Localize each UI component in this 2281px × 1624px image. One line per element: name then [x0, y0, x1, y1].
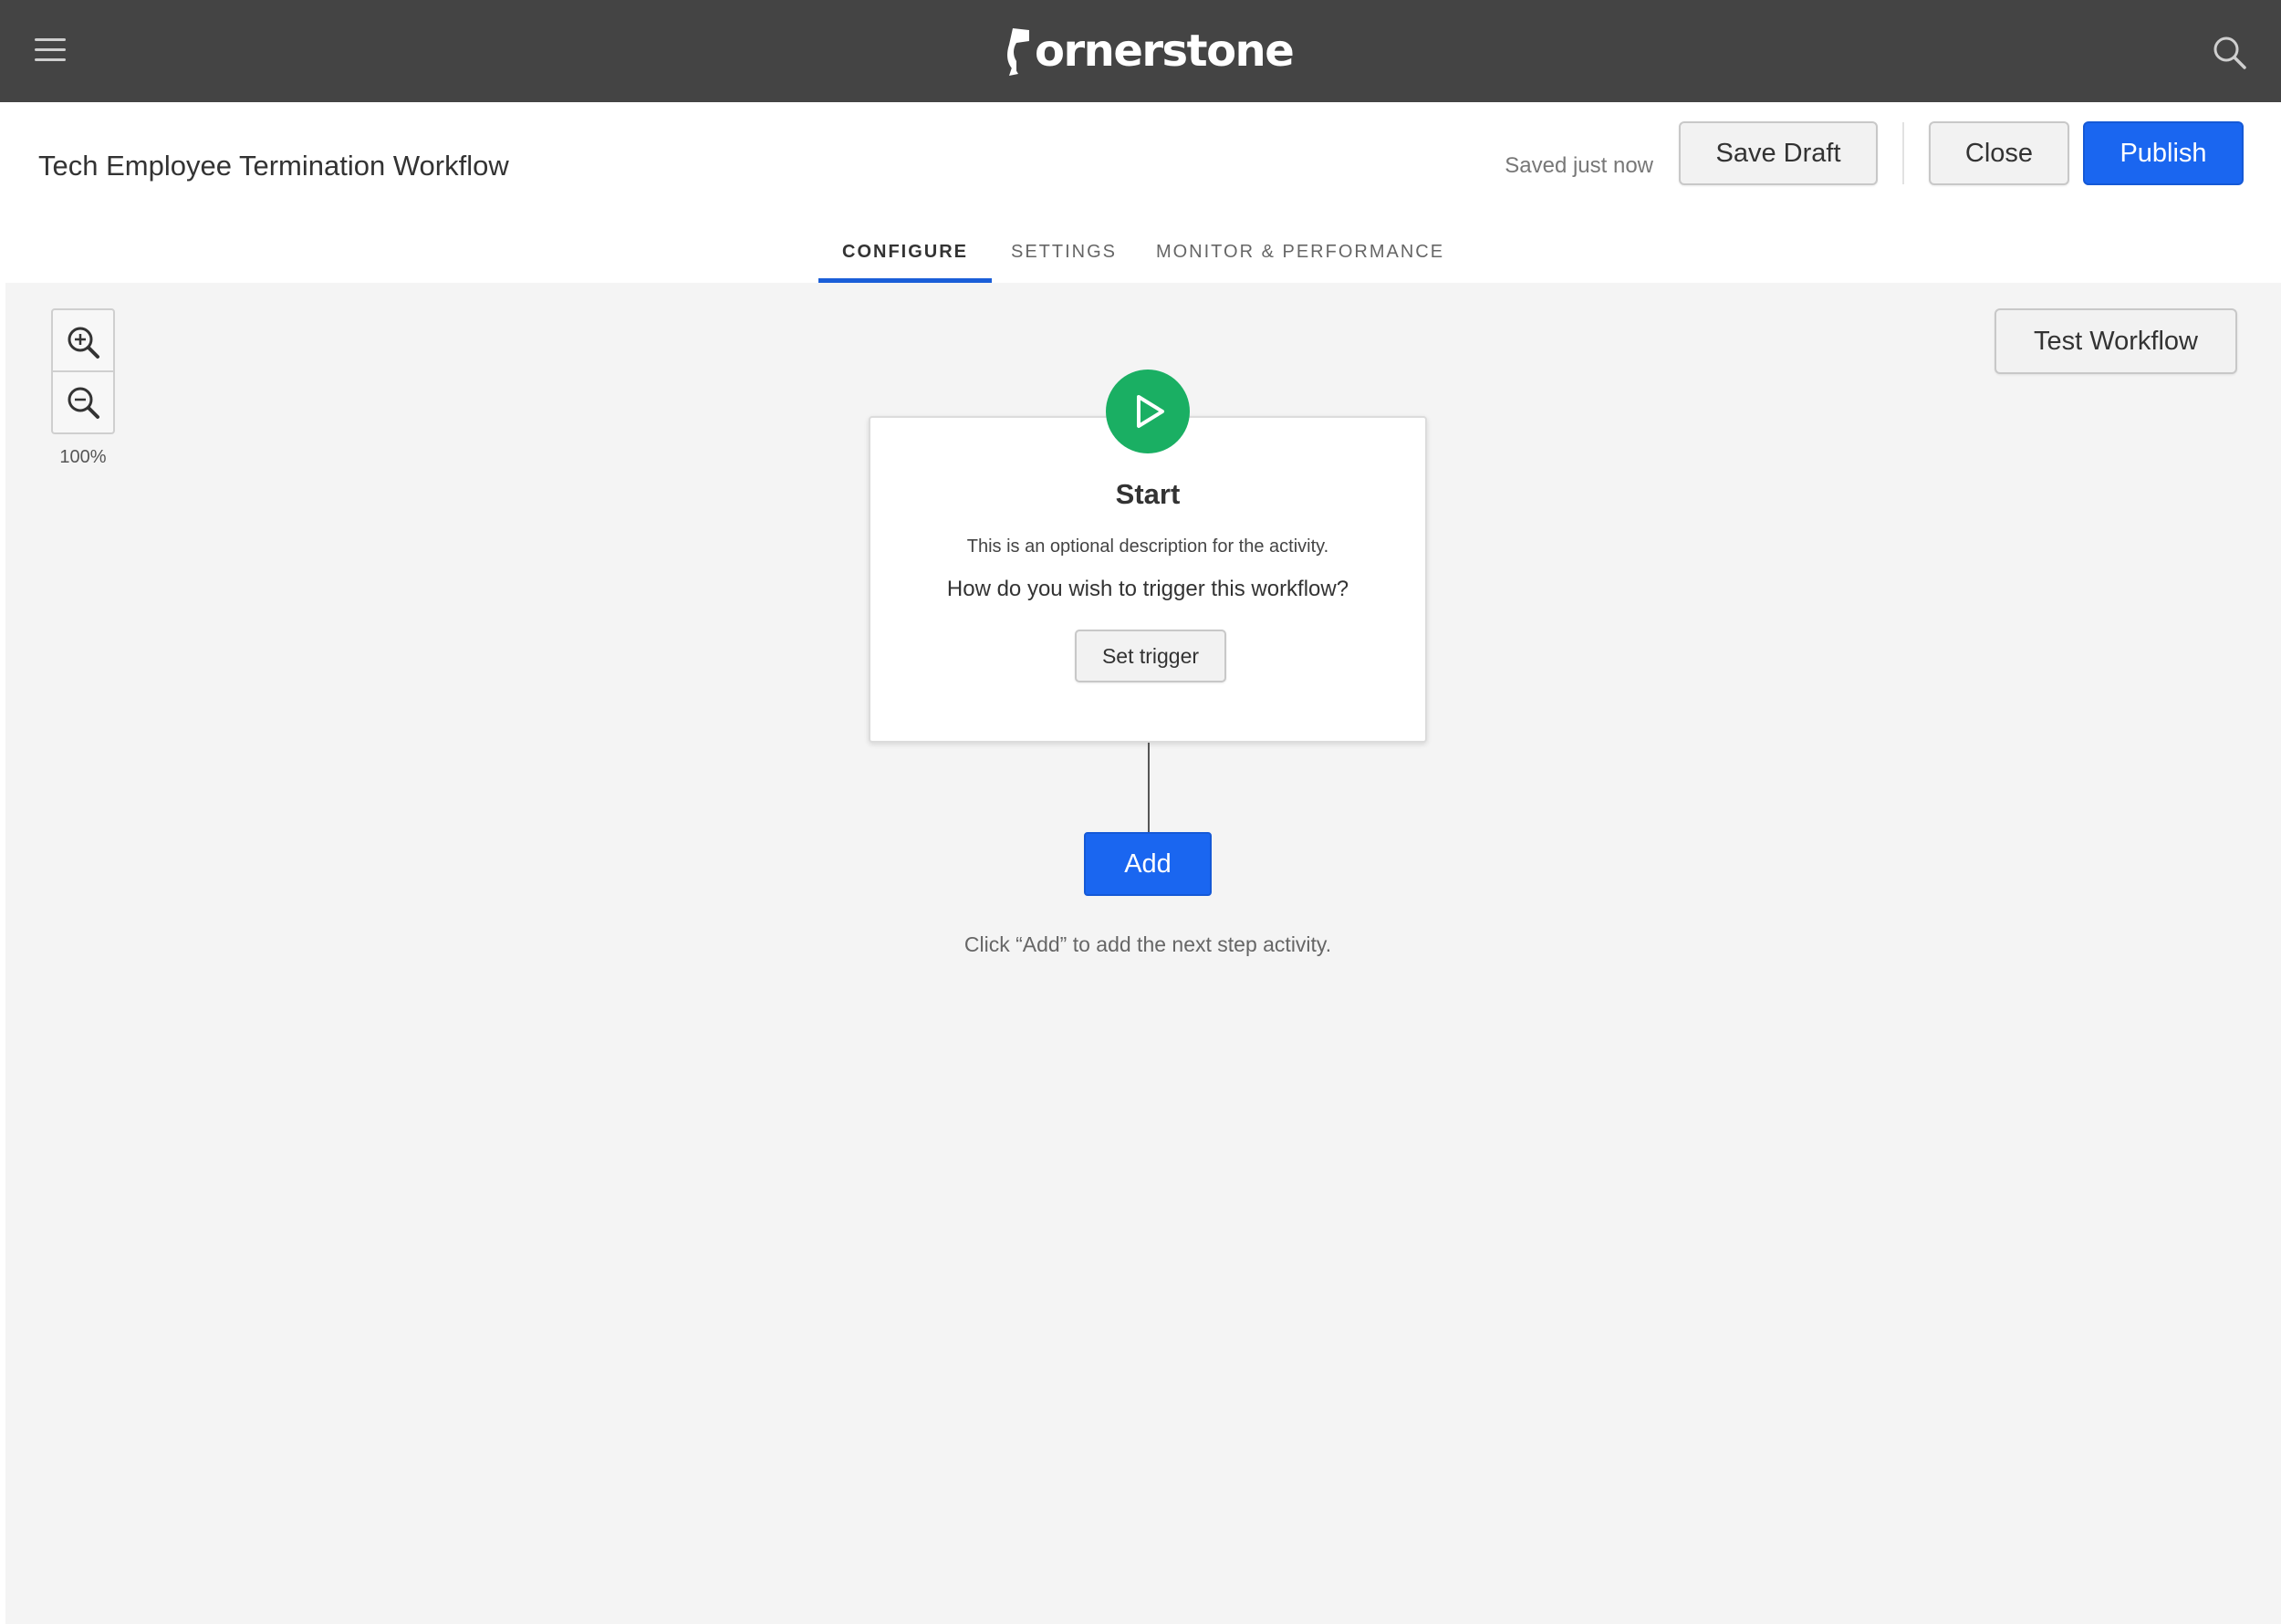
add-step-button[interactable]: Add: [1084, 832, 1212, 896]
zoom-controls: [51, 308, 115, 434]
tab-configure[interactable]: CONFIGURE: [818, 221, 992, 283]
page-title: Tech Employee Termination Workflow: [38, 150, 509, 182]
play-icon: [1106, 370, 1190, 453]
zoom-level: 100%: [59, 447, 107, 467]
tab-settings[interactable]: SETTINGS: [1004, 221, 1124, 283]
close-button[interactable]: Close: [1929, 121, 2069, 185]
header-divider: [1902, 122, 1904, 184]
start-node-question: How do you wish to trigger this workflow…: [946, 577, 1349, 601]
start-node-card[interactable]: Start This is an optional description fo…: [869, 416, 1427, 743]
search-icon[interactable]: [2212, 35, 2248, 71]
workflow-canvas[interactable]: 100% Test Workflow Start This is an opti…: [5, 283, 2281, 1624]
start-node-title: Start: [1115, 478, 1181, 510]
workflow-tabs: CONFIGURE SETTINGS MONITOR & PERFORMANCE: [0, 221, 2281, 283]
save-draft-button[interactable]: Save Draft: [1679, 121, 1878, 185]
publish-button[interactable]: Publish: [2083, 121, 2244, 185]
test-workflow-button[interactable]: Test Workflow: [1995, 308, 2237, 374]
tab-monitor-performance[interactable]: MONITOR & PERFORMANCE: [1150, 221, 1451, 283]
brand-name: ornerstone: [1035, 26, 1295, 77]
node-connector-line: [1148, 743, 1150, 832]
save-status-text: Saved just now: [1505, 153, 1653, 178]
start-node-description: This is an optional description for the …: [966, 536, 1329, 557]
zoom-out-icon[interactable]: [53, 372, 113, 432]
top-navigation-bar: ornerstone: [0, 0, 2281, 102]
hamburger-menu-icon[interactable]: [35, 36, 66, 64]
zoom-in-icon[interactable]: [53, 312, 113, 372]
logo-mark-icon: [1007, 28, 1029, 76]
cornerstone-logo[interactable]: ornerstone: [1004, 22, 1295, 80]
add-hint-text: Click “Add” to add the next step activit…: [963, 932, 1332, 956]
workflow-header: Tech Employee Termination Workflow Saved…: [0, 102, 2281, 283]
set-trigger-button[interactable]: Set trigger: [1075, 630, 1226, 682]
